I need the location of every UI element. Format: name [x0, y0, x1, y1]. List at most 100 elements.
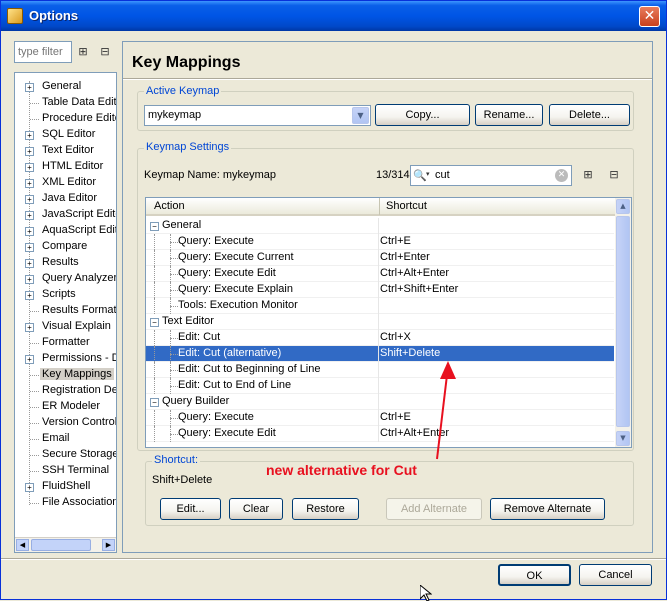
- add-alternate-button[interactable]: Add Alternate: [386, 498, 482, 520]
- search-options-icon[interactable]: ▾: [426, 170, 430, 178]
- scroll-thumb[interactable]: [616, 216, 630, 427]
- delete-button[interactable]: Delete...: [549, 104, 630, 126]
- sidebar-item[interactable]: + Compare: [15, 239, 116, 255]
- sidebar-item[interactable]: Version Control: [15, 415, 116, 431]
- table-row[interactable]: Query: Execute Current Ctrl+Enter: [146, 250, 614, 266]
- copy-button[interactable]: Copy...: [375, 104, 470, 126]
- expand-icon[interactable]: +: [25, 147, 34, 156]
- expand-all-icon[interactable]: ⊞: [579, 166, 597, 184]
- vertical-scrollbar[interactable]: ▲ ▼: [615, 198, 631, 447]
- collapse-icon[interactable]: −: [150, 318, 159, 327]
- table-row[interactable]: Query: Execute Explain Ctrl+Shift+Enter: [146, 282, 614, 298]
- sidebar-item[interactable]: + SQL Editor: [15, 127, 116, 143]
- sidebar-item[interactable]: + FluidShell: [15, 479, 116, 495]
- table-row[interactable]: Query: Execute Ctrl+E: [146, 410, 614, 426]
- sidebar-item[interactable]: + JavaScript Edito: [15, 207, 116, 223]
- sidebar-item[interactable]: + XML Editor: [15, 175, 116, 191]
- collapse-icon[interactable]: −: [150, 222, 159, 231]
- keymap-select[interactable]: mykeymap ▼: [144, 105, 371, 126]
- table-row[interactable]: Query: Execute Edit Ctrl+Alt+Enter: [146, 426, 614, 442]
- expand-icon[interactable]: +: [25, 275, 34, 284]
- action-cell: Query: Execute Edit: [178, 267, 276, 279]
- table-row[interactable]: − Query Builder: [146, 394, 614, 410]
- table-row[interactable]: Query: Execute Ctrl+E: [146, 234, 614, 250]
- sidebar-item[interactable]: File Associations: [15, 495, 116, 511]
- sidebar-item[interactable]: + Query Analyzer: [15, 271, 116, 287]
- scroll-up-icon[interactable]: ▲: [616, 199, 630, 214]
- sidebar-item[interactable]: + Visual Explain: [15, 319, 116, 335]
- expand-icon[interactable]: +: [25, 483, 34, 492]
- filter-input[interactable]: [14, 41, 72, 63]
- scroll-thumb[interactable]: [31, 539, 91, 551]
- tree-guide-line: [30, 103, 39, 104]
- sidebar-item[interactable]: Secure Storage: [15, 447, 116, 463]
- table-row[interactable]: − General: [146, 218, 614, 234]
- sidebar-item[interactable]: Procedure Edito: [15, 111, 116, 127]
- sidebar-item[interactable]: Key Mappings: [15, 367, 116, 383]
- expand-icon[interactable]: +: [25, 355, 34, 364]
- sidebar-item[interactable]: + Results: [15, 255, 116, 271]
- sidebar-item[interactable]: SSH Terminal: [15, 463, 116, 479]
- tree-guide-line: [170, 378, 171, 394]
- remove-alternate-button[interactable]: Remove Alternate: [490, 498, 605, 520]
- sidebar-item[interactable]: + AquaScript Edito: [15, 223, 116, 239]
- expand-icon[interactable]: +: [25, 195, 34, 204]
- clear-button[interactable]: Clear: [229, 498, 283, 520]
- expand-all-icon[interactable]: ⊞: [74, 43, 92, 61]
- sidebar-item[interactable]: ER Modeler: [15, 399, 116, 415]
- tree-guide-line: [170, 338, 178, 339]
- tree-guide-line: [154, 298, 155, 314]
- horizontal-scrollbar[interactable]: ◀ ▶: [15, 537, 116, 552]
- table-row[interactable]: Edit: Cut to Beginning of Line: [146, 362, 614, 378]
- sidebar-item[interactable]: + Text Editor: [15, 143, 116, 159]
- expand-icon[interactable]: +: [25, 83, 34, 92]
- column-header-action[interactable]: Action: [154, 200, 185, 212]
- edit-button[interactable]: Edit...: [160, 498, 221, 520]
- column-header-shortcut[interactable]: Shortcut: [386, 200, 427, 212]
- sidebar-item[interactable]: Formatter: [15, 335, 116, 351]
- tree-guide-line: [170, 362, 171, 378]
- expand-icon[interactable]: +: [25, 211, 34, 220]
- scroll-right-icon[interactable]: ▶: [102, 539, 115, 551]
- expand-icon[interactable]: +: [25, 227, 34, 236]
- collapse-all-icon[interactable]: ⊟: [605, 166, 623, 184]
- sidebar-item[interactable]: + HTML Editor: [15, 159, 116, 175]
- sidebar-item[interactable]: + Scripts: [15, 287, 116, 303]
- table-row[interactable]: − Text Editor: [146, 314, 614, 330]
- sidebar-item[interactable]: Email: [15, 431, 116, 447]
- sidebar-item[interactable]: Registration De: [15, 383, 116, 399]
- sidebar-item[interactable]: + Java Editor: [15, 191, 116, 207]
- search-input[interactable]: 🔍 ▾ cut ✕: [410, 165, 572, 186]
- table-row[interactable]: Query: Execute Edit Ctrl+Alt+Enter: [146, 266, 614, 282]
- collapse-all-icon[interactable]: ⊟: [96, 43, 114, 61]
- sidebar-item-label: Key Mappings: [40, 368, 114, 380]
- expand-icon[interactable]: +: [25, 323, 34, 332]
- sidebar-item[interactable]: + Permissions - De: [15, 351, 116, 367]
- cancel-button[interactable]: Cancel: [579, 564, 652, 586]
- scroll-left-icon[interactable]: ◀: [16, 539, 29, 551]
- close-button[interactable]: ✕: [639, 6, 660, 27]
- table-row[interactable]: Edit: Cut to End of Line: [146, 378, 614, 394]
- expand-icon[interactable]: +: [25, 163, 34, 172]
- table-row[interactable]: Edit: Cut Ctrl+X: [146, 330, 614, 346]
- scroll-down-icon[interactable]: ▼: [616, 431, 630, 446]
- sidebar-item-label: Scripts: [42, 288, 76, 300]
- restore-button[interactable]: Restore: [292, 498, 359, 520]
- clear-search-icon[interactable]: ✕: [555, 169, 568, 182]
- expand-icon[interactable]: +: [25, 243, 34, 252]
- sidebar-item[interactable]: Results Format: [15, 303, 116, 319]
- tree-guide-line: [30, 311, 39, 312]
- chevron-down-icon[interactable]: ▼: [352, 107, 369, 124]
- sidebar-item[interactable]: Table Data Edito: [15, 95, 116, 111]
- sidebar-item[interactable]: + General: [15, 79, 116, 95]
- expand-icon[interactable]: +: [25, 131, 34, 140]
- ok-button[interactable]: OK: [498, 564, 571, 586]
- rename-button[interactable]: Rename...: [475, 104, 543, 126]
- table-row[interactable]: Edit: Cut (alternative) Shift+Delete: [146, 346, 614, 362]
- table-row[interactable]: Tools: Execution Monitor: [146, 298, 614, 314]
- shortcut-cell: Ctrl+E: [380, 411, 411, 423]
- expand-icon[interactable]: +: [25, 259, 34, 268]
- expand-icon[interactable]: +: [25, 179, 34, 188]
- collapse-icon[interactable]: −: [150, 398, 159, 407]
- expand-icon[interactable]: +: [25, 291, 34, 300]
